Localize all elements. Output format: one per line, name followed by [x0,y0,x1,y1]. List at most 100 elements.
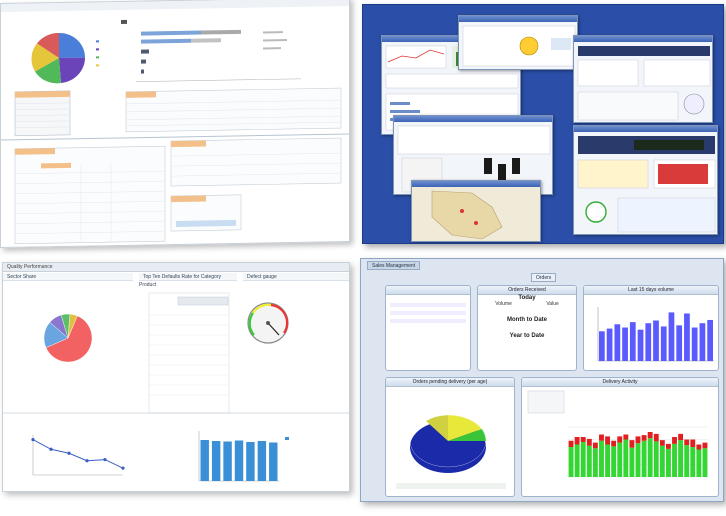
p3-charts [3,292,349,482]
collage-window-6[interactable] [573,125,718,235]
collage-window-2[interactable] [458,15,578,70]
report-pie-chart [31,33,86,84]
legend-swatch [285,437,289,440]
bar-green [696,449,702,477]
bar-red [568,440,574,447]
bar-green [641,440,647,477]
bar-green [611,446,617,477]
bar [684,313,690,361]
bar-green [647,438,653,477]
tab-orders[interactable]: Orders [531,273,557,282]
bar-red [672,437,677,444]
bar-red [611,440,617,447]
defect-gauge [247,302,289,344]
series-point [31,437,35,442]
bar-green [580,442,586,477]
series-point [67,451,71,455]
bar [637,329,644,361]
bar-red [599,434,604,441]
bar [614,324,621,361]
bar [660,326,667,361]
bar-red [635,436,641,444]
bar-green [623,439,629,477]
series-point [85,459,89,463]
bar [668,312,675,361]
pending-delivery-title: Orders pending delivery (per age) [386,378,514,387]
column [269,442,278,481]
pending-delivery-pie [396,414,506,489]
bar-red [623,434,629,440]
bar-green [568,447,574,477]
collage-map-window[interactable] [411,180,541,242]
bar-red [574,437,580,445]
recoveries-column-chart [198,431,289,482]
delivery-activity-chart [527,390,708,478]
bar [599,331,605,361]
series-point [121,466,125,470]
column [200,440,209,481]
bar-red [605,436,611,445]
bar-red [629,440,635,448]
bar [699,323,706,361]
status-summary-box [385,285,471,371]
last-15-days-bar-chart [597,307,714,362]
bar-green [684,445,690,477]
tab-sales-management[interactable]: Sales Management [367,261,421,270]
bar-green [629,447,635,477]
bar-red [653,433,659,442]
bar [645,323,652,361]
bar-green [690,447,696,477]
orders-received-title: Orders Received [478,286,576,295]
trend-line-chart [31,435,125,476]
orders-received-box: Orders Received Today Volume Value Month… [477,285,577,371]
volume-label: Volume [495,301,512,307]
year-to-date-label: Year to Date [509,333,545,339]
bar-green [599,440,604,477]
series-line [32,439,124,469]
bar-green [592,448,598,477]
bar [622,327,628,361]
bar-red [592,442,598,449]
bar-red [696,444,702,450]
column [246,442,255,481]
pending-delivery-box: Orders pending delivery (per age) [385,377,515,497]
column [234,440,244,481]
bar-red [702,442,708,449]
value-label: Value [546,301,559,307]
bar-red [690,439,696,447]
summary-table [527,390,565,414]
bar-red [580,437,586,442]
multi-window-collage-panel [362,4,724,244]
bar-green [653,441,659,477]
bar [606,328,613,361]
series-point [103,457,107,462]
bar-red [586,438,592,446]
bar-green [574,444,580,477]
bar [629,322,636,361]
bar-green [702,448,708,477]
bar-red [647,432,653,439]
bar-green [665,448,671,477]
collage-window-3[interactable] [573,35,713,123]
bar [707,319,713,361]
delivery-activity-box: Delivery Activity [521,377,719,497]
bar-green [605,444,611,477]
sector-pie-chart [43,313,93,363]
bar [653,320,659,361]
sales-performance-panel: Quality Performance Sector Share Top Ten… [2,262,350,492]
month-to-date-label: Month to Date [507,317,547,323]
bar-red [617,436,623,443]
report-hbar-chart [136,29,301,82]
last-15-days-box: Last 15 days volume [583,285,719,371]
bar-red [659,440,665,446]
bar-green [659,445,665,477]
bar-red [665,443,671,449]
last-15-days-title: Last 15 days volume [584,286,718,295]
spreadsheet-report-panel [0,0,350,249]
bar [691,327,698,361]
bar-red [641,435,647,441]
bar-green [586,445,592,477]
bar-green [617,442,623,477]
bar-green [678,440,684,477]
delivery-activity-title: Delivery Activity [522,378,718,387]
